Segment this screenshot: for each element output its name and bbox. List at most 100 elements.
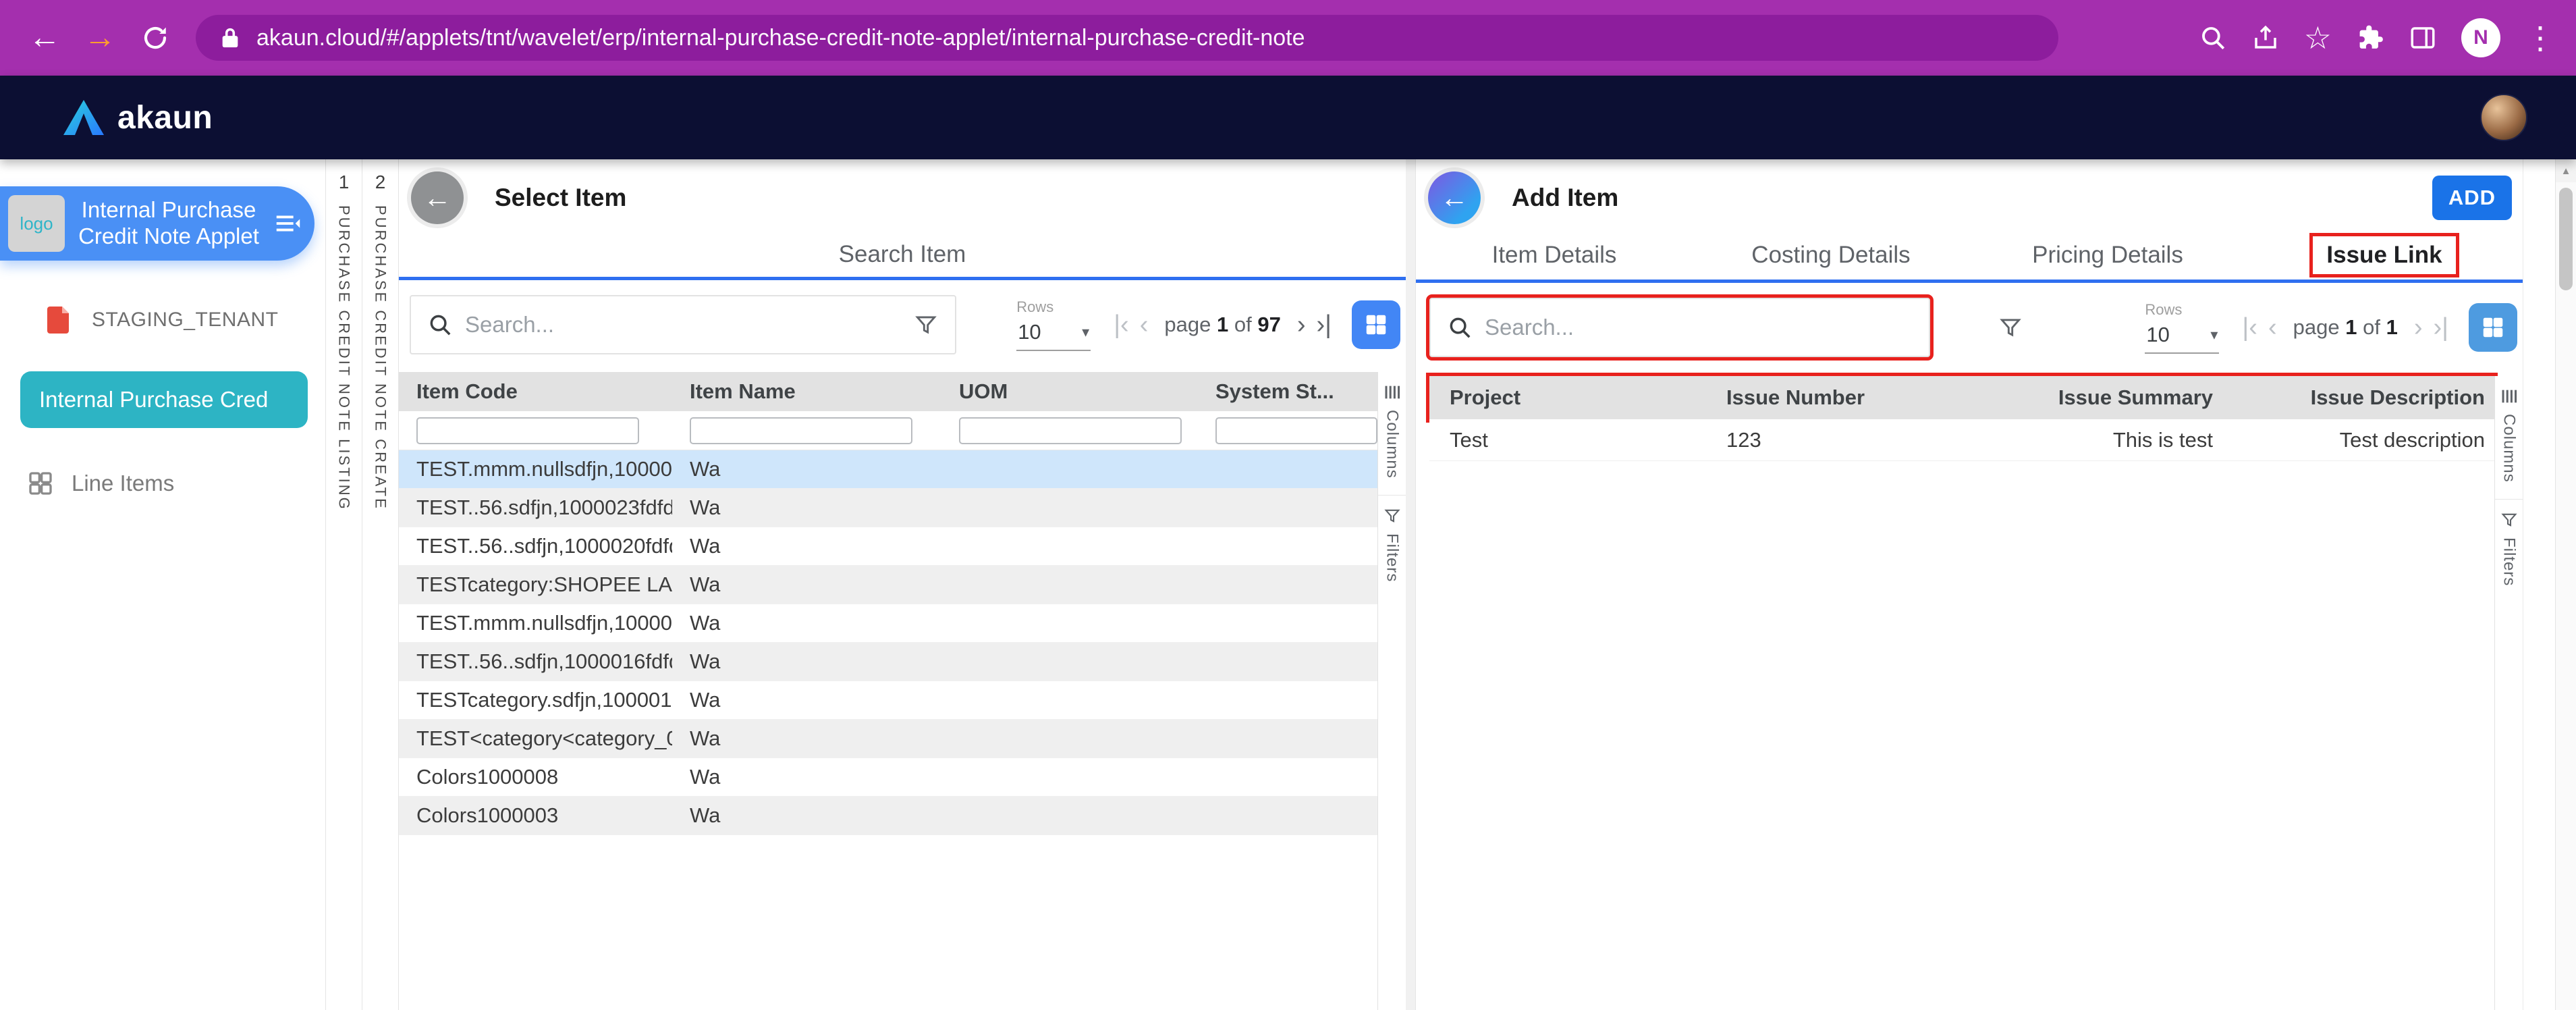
pagination: |‹ ‹ page 1 of 97 › ›|: [1114, 312, 1332, 338]
search-input[interactable]: [1485, 315, 1913, 340]
rows-per-page-select[interactable]: Rows 10 ▾: [2145, 301, 2219, 354]
browser-chrome: ← → akaun.cloud/#/applets/tnt/wavelet/er…: [0, 0, 2576, 76]
zoom-icon[interactable]: [2199, 24, 2227, 52]
prev-page-button[interactable]: ‹: [1140, 312, 1149, 338]
filter-row: [399, 411, 1377, 450]
step-tab-listing[interactable]: 1 PURCHASE CREDIT NOTE LISTING: [325, 159, 362, 1010]
column-filter-input[interactable]: [416, 417, 639, 444]
columns-toggle[interactable]: Columns: [2495, 376, 2523, 500]
filter-icon[interactable]: [913, 312, 939, 338]
filter-icon: [2500, 510, 2519, 529]
tab-issue-link[interactable]: Issue Link: [2326, 242, 2442, 268]
table-row[interactable]: Colors1000008 Wa: [399, 758, 1377, 797]
item-name-cell: Wa: [672, 726, 941, 751]
table-row[interactable]: TEST..56..sdfjn,1000020fdfds/df... Wa: [399, 527, 1377, 566]
table-row[interactable]: TESTcategory:SHOPEE LABEL Ar... Wa: [399, 566, 1377, 604]
columns-toggle[interactable]: Columns: [1378, 372, 1406, 496]
item-name-cell: Wa: [672, 534, 941, 558]
column-header: Project: [1429, 386, 1706, 410]
scrollbar[interactable]: ▲: [2555, 159, 2576, 1010]
tab-underline: [1416, 280, 2523, 283]
search-box[interactable]: [410, 295, 956, 354]
tab-costing-details[interactable]: Costing Details: [1751, 242, 1910, 269]
tenant-selector[interactable]: STAGING_TENANT: [42, 304, 325, 336]
column-filter-input[interactable]: [959, 417, 1182, 444]
step-label: PURCHASE CREDIT NOTE CREATE: [372, 205, 389, 510]
add-button[interactable]: ADD: [2432, 176, 2512, 220]
step-tab-create[interactable]: 2 PURCHASE CREDIT NOTE CREATE: [362, 159, 398, 1010]
side-panel-icon[interactable]: [2409, 24, 2437, 52]
next-page-button[interactable]: ›: [2414, 315, 2423, 340]
search-box[interactable]: [1429, 298, 1930, 357]
scrollbar-thumb[interactable]: [2559, 188, 2573, 290]
table-row[interactable]: TEST.mmm.nullsdfjn,1000001fd... Wa: [399, 604, 1377, 643]
menu-open-icon[interactable]: [273, 208, 304, 239]
share-icon[interactable]: [2251, 24, 2280, 52]
project-cell: Test: [1429, 428, 1706, 452]
column-header: Item Name: [672, 379, 941, 404]
module-button[interactable]: Internal Purchase Cred: [20, 371, 308, 428]
user-avatar[interactable]: [2480, 94, 2527, 141]
tab-pricing-details[interactable]: Pricing Details: [2032, 242, 2183, 269]
item-name-cell: Wa: [672, 765, 941, 789]
browser-menu-icon[interactable]: ⋮: [2525, 22, 2556, 53]
search-input[interactable]: [465, 312, 901, 338]
scroll-up-button[interactable]: ▲: [2556, 159, 2576, 182]
item-name-cell: Wa: [672, 611, 941, 635]
applet-name: Internal Purchase Credit Note Applet: [73, 197, 265, 250]
tab-item-details[interactable]: Item Details: [1492, 242, 1617, 269]
browser-back-icon[interactable]: ←: [20, 22, 69, 54]
column-header: UOM: [941, 379, 1198, 404]
page-indicator: page 1 of 97: [1164, 313, 1280, 337]
tab-search-item[interactable]: Search Item: [839, 241, 966, 268]
table-row[interactable]: TEST..56..sdfjn,1000016fdfds/df... Wa: [399, 643, 1377, 681]
table-row[interactable]: TEST..56.sdfjn,1000023fdfds/df]... Wa: [399, 489, 1377, 527]
first-page-button[interactable]: |‹: [1114, 312, 1129, 338]
profile-avatar[interactable]: N: [2461, 18, 2500, 57]
table-row[interactable]: Test 123 This is test Test description: [1429, 419, 2494, 461]
sidebar-item-line-items[interactable]: Line Items: [27, 470, 325, 497]
table-row[interactable]: TESTcategory.sdfjn,1000016fdf... Wa: [399, 681, 1377, 720]
rows-per-page-select[interactable]: Rows 10 ▾: [1016, 298, 1091, 351]
bookmark-star-icon[interactable]: ☆: [2304, 22, 2332, 53]
item-name-cell: Wa: [672, 457, 941, 481]
table-row[interactable]: TEST<category<category_01>s... Wa: [399, 720, 1377, 758]
column-settings-button[interactable]: [2469, 303, 2517, 352]
first-page-button[interactable]: |‹: [2242, 315, 2257, 340]
next-page-button[interactable]: ›: [1297, 312, 1306, 338]
grid-icon: [1363, 312, 1389, 338]
back-button[interactable]: ←: [1428, 171, 1481, 224]
item-name-cell: Wa: [672, 688, 941, 712]
column-filter-input[interactable]: [690, 417, 912, 444]
item-name-cell: Wa: [672, 649, 941, 674]
column-filter-input[interactable]: [1215, 417, 1377, 444]
last-page-button[interactable]: ›|: [1316, 312, 1332, 338]
filter-icon[interactable]: [1998, 315, 2023, 340]
address-bar[interactable]: akaun.cloud/#/applets/tnt/wavelet/erp/in…: [196, 15, 2058, 61]
table-side-rail: Columns Filters: [2494, 376, 2523, 1010]
chevron-down-icon: ▾: [1082, 323, 1089, 341]
browser-window: ← → akaun.cloud/#/applets/tnt/wavelet/er…: [0, 0, 2576, 1010]
search-icon: [1447, 315, 1473, 340]
browser-forward-icon[interactable]: →: [76, 22, 124, 54]
table-row[interactable]: Colors1000003 Wa: [399, 797, 1377, 835]
applet-pill[interactable]: logo Internal Purchase Credit Note Apple…: [0, 186, 314, 261]
panel-title: Add Item: [1512, 184, 1618, 212]
app-logo[interactable]: akaun: [62, 99, 213, 136]
column-header: System St...: [1198, 379, 1377, 404]
filters-toggle[interactable]: Filters: [1378, 496, 1406, 598]
extensions-icon[interactable]: [2356, 24, 2384, 52]
item-code-cell: TEST..56.sdfjn,1000023fdfds/df]...: [399, 496, 672, 520]
browser-reload-icon[interactable]: [131, 24, 180, 52]
table-row[interactable]: TEST.mmm.nullsdfjn,1000002fd... Wa: [399, 450, 1377, 489]
last-page-button[interactable]: ›|: [2433, 315, 2448, 340]
grid-icon: [2480, 315, 2506, 340]
filters-toggle[interactable]: Filters: [2495, 500, 2523, 602]
back-button[interactable]: ←: [411, 171, 464, 224]
columns-icon: [1383, 383, 1402, 402]
page-content: logo Internal Purchase Credit Note Apple…: [0, 159, 2576, 1010]
item-name-cell: Wa: [672, 803, 941, 828]
column-settings-button[interactable]: [1352, 300, 1400, 349]
prev-page-button[interactable]: ‹: [2268, 315, 2277, 340]
item-code-cell: Colors1000003: [399, 803, 672, 828]
